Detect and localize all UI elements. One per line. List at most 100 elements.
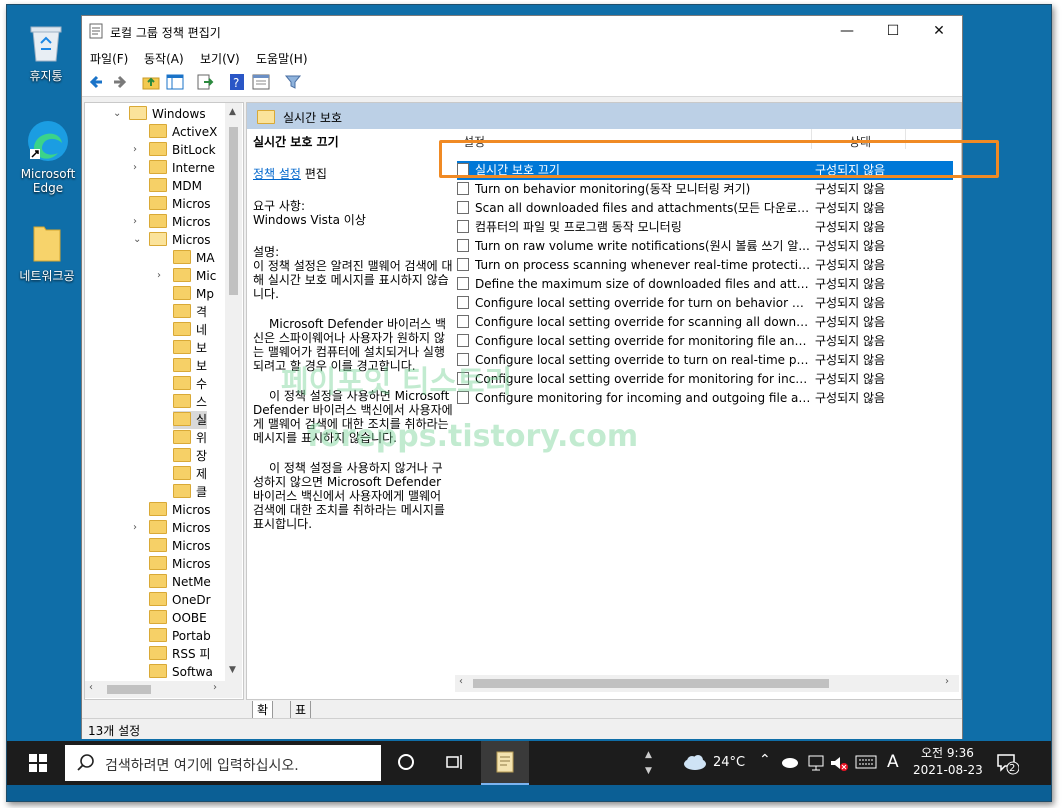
tree-node[interactable]: OOBE: [149, 609, 207, 627]
scroll-right-arrow[interactable]: ›: [213, 682, 217, 693]
ime-indicator[interactable]: A: [887, 752, 899, 772]
tree-node[interactable]: Micros: [149, 195, 211, 213]
menu-view[interactable]: 보기(V): [200, 50, 240, 67]
notification-center-icon[interactable]: [997, 753, 1020, 778]
tree-node[interactable]: 제: [173, 465, 207, 483]
policy-row[interactable]: Configure local setting override to turn…: [457, 351, 953, 370]
policy-row[interactable]: Scan all downloaded files and attachment…: [457, 199, 953, 218]
clock-time[interactable]: 오전 9:36: [921, 744, 974, 761]
network-icon[interactable]: [807, 754, 825, 775]
tree-node[interactable]: › Micros: [133, 213, 211, 231]
filter-icon[interactable]: [284, 73, 302, 91]
tree-node[interactable]: Portab: [149, 627, 211, 645]
tree-node[interactable]: 보: [173, 339, 207, 357]
scroll-down-arrow[interactable]: ▼: [229, 665, 236, 675]
tree-node[interactable]: ActiveX: [149, 123, 217, 141]
expand-chevron-icon[interactable]: ›: [157, 267, 161, 285]
close-button[interactable]: ✕: [916, 16, 962, 46]
taskbar-search-box[interactable]: 검색하려면 여기에 입력하십시오.: [65, 745, 381, 781]
tree-node[interactable]: ⌄ Micros: [133, 231, 211, 249]
up-folder-icon[interactable]: [142, 73, 160, 91]
taskbar-app-gpedit[interactable]: [481, 741, 529, 785]
tree-node[interactable]: Micros: [149, 555, 211, 573]
task-view-icon[interactable]: [445, 753, 465, 774]
policy-row[interactable]: Turn on process scanning whenever real-t…: [457, 256, 953, 275]
tree-node[interactable]: › BitLock: [133, 141, 216, 159]
desktop-icon-network-folder[interactable]: 네트워크공: [13, 223, 81, 284]
title-bar[interactable]: 로컬 그룹 정책 편집기 — ☐ ✕: [82, 16, 962, 46]
collapse-chevron-icon[interactable]: ⌄: [113, 105, 121, 123]
cortana-icon[interactable]: [397, 753, 415, 774]
policy-row[interactable]: Define the maximum size of downloaded fi…: [457, 275, 953, 294]
policy-row[interactable]: 컴퓨터의 파일 및 프로그램 동작 모니터링 구성되지 않음: [457, 218, 953, 237]
export-list-icon[interactable]: [196, 73, 214, 91]
tree-node[interactable]: MA: [173, 249, 215, 267]
policy-row[interactable]: Turn on behavior monitoring(동작 모니터링 켜기) 구…: [457, 180, 953, 199]
clock-date[interactable]: 2021-08-23: [913, 763, 983, 777]
collapse-chevron-icon[interactable]: ⌄: [133, 231, 141, 249]
maximize-button[interactable]: ☐: [870, 16, 916, 46]
help-icon[interactable]: ?: [228, 73, 246, 91]
minimize-button[interactable]: —: [824, 16, 870, 46]
properties-icon[interactable]: [252, 73, 270, 91]
tree-node[interactable]: 클: [173, 483, 207, 501]
show-hide-tree-icon[interactable]: [166, 73, 184, 91]
tree-node[interactable]: 장: [173, 447, 207, 465]
scroll-up-arrow[interactable]: ▲: [229, 107, 236, 117]
tree-node[interactable]: 수: [173, 375, 207, 393]
desktop-icon-edge[interactable]: Microsoft Edge: [17, 119, 79, 195]
expand-chevron-icon[interactable]: ›: [133, 141, 137, 159]
tree-node[interactable]: 네: [173, 321, 207, 339]
policy-row[interactable]: Configure local setting override for tur…: [457, 294, 953, 313]
tree-node[interactable]: › Mic: [157, 267, 216, 285]
tree-node[interactable]: 보: [173, 357, 207, 375]
tree-node[interactable]: › Micros: [133, 519, 211, 537]
tree-node[interactable]: 격: [173, 303, 207, 321]
scroll-left-arrow[interactable]: ‹: [89, 682, 93, 693]
scroll-right-arrow[interactable]: ›: [945, 676, 949, 687]
menu-help[interactable]: 도움말(H): [256, 50, 308, 67]
edit-policy-link[interactable]: 정책 설정: [253, 167, 301, 181]
menu-action[interactable]: 동작(A): [144, 50, 184, 67]
scrollbar-thumb[interactable]: [229, 127, 238, 295]
keyboard-icon[interactable]: [855, 755, 877, 772]
list-horizontal-scrollbar[interactable]: ‹ ›: [455, 675, 959, 692]
desktop-icon-recycle-bin[interactable]: 휴지통: [11, 23, 81, 84]
policy-row[interactable]: Configure local setting override for mon…: [457, 370, 953, 389]
weather-cloud-icon[interactable]: [683, 754, 707, 773]
tree-node[interactable]: RSS 피: [149, 645, 210, 663]
tree-node[interactable]: Micros: [149, 537, 211, 555]
scrollbar-thumb[interactable]: [107, 685, 151, 694]
tree-node[interactable]: 위: [173, 429, 207, 447]
onedrive-cloud-icon[interactable]: [781, 756, 799, 771]
policy-row[interactable]: Turn on raw volume write notifications(원…: [457, 237, 953, 256]
tree-horizontal-scrollbar[interactable]: ‹ ›: [85, 681, 242, 698]
forward-icon[interactable]: [110, 73, 128, 91]
scroll-left-arrow[interactable]: ‹: [459, 676, 463, 687]
policy-row[interactable]: Configure local setting override for mon…: [457, 332, 953, 351]
expand-chevron-icon[interactable]: ›: [133, 519, 137, 537]
menu-file[interactable]: 파일(F): [90, 50, 128, 67]
tree-node[interactable]: Softwa: [149, 663, 213, 681]
expand-chevron-icon[interactable]: ›: [133, 213, 137, 231]
policy-row[interactable]: Configure local setting override for sca…: [457, 313, 953, 332]
tree-node[interactable]: Mp: [173, 285, 214, 303]
taskbar-scroll-arrows[interactable]: ▲ ▼: [645, 747, 652, 779]
tree-node[interactable]: OneDr: [149, 591, 211, 609]
tray-chevron-up-icon[interactable]: ⌃: [759, 752, 771, 768]
tree-node[interactable]: 실: [173, 411, 208, 429]
tree-node[interactable]: MDM: [149, 177, 202, 195]
back-icon[interactable]: [88, 73, 106, 91]
tree-vertical-scrollbar[interactable]: ▲ ▼: [225, 103, 242, 681]
tree-node[interactable]: Micros: [149, 501, 211, 519]
volume-muted-icon[interactable]: [829, 754, 849, 775]
scrollbar-thumb[interactable]: [473, 679, 829, 688]
weather-temperature[interactable]: 24°C: [713, 755, 745, 770]
tree-node[interactable]: › Interne: [133, 159, 215, 177]
windows-start-icon[interactable]: [29, 754, 47, 775]
expand-chevron-icon[interactable]: ›: [133, 159, 137, 177]
policy-row[interactable]: Configure monitoring for incoming and ou…: [457, 389, 953, 408]
tree-node[interactable]: 스: [173, 393, 207, 411]
tree-node[interactable]: ⌄ Windows: [113, 105, 206, 123]
tree-node[interactable]: NetMe: [149, 573, 211, 591]
